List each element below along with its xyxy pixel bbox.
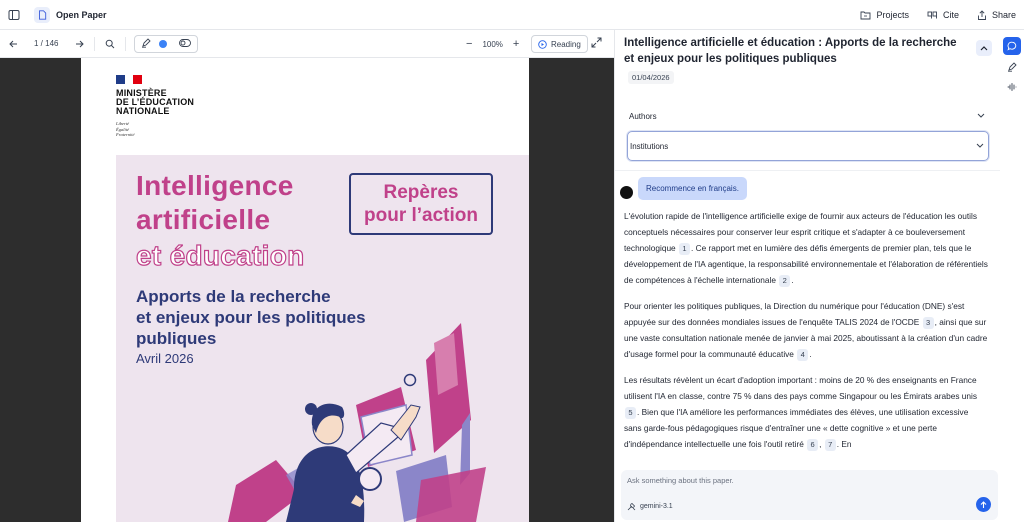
avatar xyxy=(620,186,633,199)
cite-label: Cite xyxy=(942,10,959,20)
citation-badge[interactable]: 1 xyxy=(678,243,690,255)
model-selector[interactable]: gemini-3.1 xyxy=(627,502,673,511)
projects-label: Projects xyxy=(876,10,909,20)
authors-accordion[interactable]: Authors xyxy=(627,102,989,130)
sidebar-toggle-icon[interactable] xyxy=(6,7,22,23)
answer-text: . Bien que l'IA améliore les performance… xyxy=(624,407,969,449)
chat-panel: Intelligence artificielle et éducation :… xyxy=(614,30,1000,522)
document-icon xyxy=(34,6,50,23)
ministry-line: NATIONALE xyxy=(116,106,170,116)
highlighter-icon[interactable] xyxy=(141,37,152,50)
model-label: gemini-3.1 xyxy=(640,503,673,510)
arrow-up-icon xyxy=(980,500,987,508)
answer-paragraph: Les résultats révèlent un écart d'adopti… xyxy=(624,372,988,452)
citation-badge[interactable]: 2 xyxy=(779,275,791,287)
answer-text: . xyxy=(791,275,794,285)
ministry-name: MINISTÈRE DE L’ÉDUCATION NATIONALE xyxy=(116,89,194,116)
citation-badge[interactable]: 7 xyxy=(824,439,836,451)
share-icon xyxy=(978,9,986,20)
collapse-chevron-icon[interactable] xyxy=(976,40,992,56)
paper-date: 01/04/2026 xyxy=(628,71,674,84)
chat-composer[interactable]: Ask something about this paper. gemini-3… xyxy=(621,470,998,520)
user-message: Recommence en français. xyxy=(638,177,747,200)
tool-rail xyxy=(1000,30,1024,522)
answer-text: Pour orienter les politiques publiques, … xyxy=(624,301,965,327)
projects-button[interactable]: Projects xyxy=(860,10,909,20)
next-page-icon[interactable] xyxy=(72,37,86,51)
authors-label: Authors xyxy=(629,111,657,121)
quote-icon xyxy=(927,11,937,18)
pdf-toolbar: 1 / 146 − 100% + Reading xyxy=(0,30,614,58)
chat-input[interactable]: Ask something about this paper. xyxy=(627,476,734,485)
answer-text: Les résultats révèlent un écart d'adopti… xyxy=(624,375,978,401)
assistant-message: L'évolution rapide de l'intelligence art… xyxy=(624,208,988,462)
app-title: Open Paper xyxy=(56,9,107,20)
send-button[interactable] xyxy=(976,497,991,512)
highlighter-icon[interactable] xyxy=(1003,58,1021,76)
share-button[interactable]: Share xyxy=(977,9,1016,21)
panel-divider xyxy=(615,170,1000,171)
report-cover: Intelligence artificielle et éducation A… xyxy=(116,155,529,522)
expand-icon[interactable] xyxy=(591,37,602,50)
citation-badge[interactable]: 3 xyxy=(922,317,934,329)
toolbar-divider xyxy=(125,36,127,51)
chat-bubble-icon[interactable] xyxy=(1003,37,1021,55)
reading-label: Reading xyxy=(551,39,581,49)
answer-paragraph: Pour orienter les politiques publiques, … xyxy=(624,298,988,362)
answer-text: , xyxy=(819,439,824,449)
chevron-down-icon xyxy=(976,143,984,148)
previous-page-icon[interactable] xyxy=(6,37,20,51)
cover-illustration xyxy=(228,323,486,522)
share-label: Share xyxy=(991,10,1016,20)
pdf-viewer[interactable]: MINISTÈRE DE L’ÉDUCATION NATIONALE Liber… xyxy=(0,58,614,522)
answer-paragraph: L'évolution rapide de l'intelligence art… xyxy=(624,208,988,288)
toolbar-divider xyxy=(94,36,96,51)
cite-button[interactable]: Cite xyxy=(927,10,959,20)
pdf-page: MINISTÈRE DE L’ÉDUCATION NATIONALE Liber… xyxy=(81,58,529,522)
institutions-accordion[interactable]: Institutions xyxy=(627,131,989,161)
page-counter: 1 / 146 xyxy=(34,39,59,48)
toggle-icon[interactable] xyxy=(179,38,192,49)
chevron-down-icon xyxy=(977,113,985,118)
tools-icon xyxy=(627,503,636,511)
citation-badge[interactable]: 4 xyxy=(797,349,809,361)
answer-text: . xyxy=(809,349,812,359)
paper-title: Intelligence artificielle et éducation :… xyxy=(624,37,957,65)
zoom-out-icon[interactable]: − xyxy=(466,38,472,50)
institutions-label: Institutions xyxy=(630,141,669,151)
reading-icon xyxy=(538,39,547,49)
citation-badge[interactable]: 6 xyxy=(807,439,819,451)
audio-wave-icon[interactable] xyxy=(1003,78,1021,96)
folder-icon xyxy=(860,11,871,20)
zoom-level: 100% xyxy=(482,39,503,49)
reading-mode-button[interactable]: Reading xyxy=(531,35,588,53)
answer-text: . En xyxy=(836,439,852,449)
top-bar: Open Paper Projects Cite Share xyxy=(0,0,1024,30)
citation-badge[interactable]: 5 xyxy=(625,407,636,419)
annotation-tools xyxy=(134,34,199,53)
french-flag-logo xyxy=(116,75,143,84)
motto-line: Fraternité xyxy=(116,132,135,137)
zoom-in-icon[interactable]: + xyxy=(513,38,519,50)
search-icon[interactable] xyxy=(103,37,117,51)
highlight-color-dot[interactable] xyxy=(159,39,168,48)
republic-motto: Liberté Égalité Fraternité xyxy=(116,121,135,138)
